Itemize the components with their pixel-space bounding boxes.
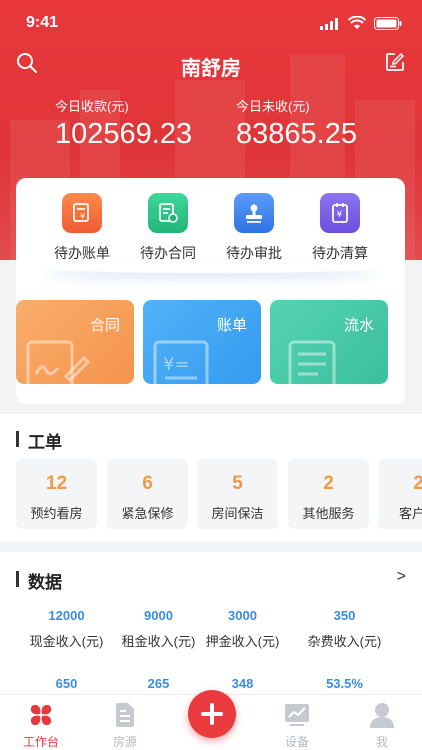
signal-icon <box>320 18 338 30</box>
plus-icon <box>201 703 223 725</box>
settlement-icon: ¥ <box>320 193 360 233</box>
stat-item: 3000 押金收入(元) <box>205 608 280 649</box>
todo-bill[interactable]: ¥ 待办账单 <box>42 193 122 263</box>
received-label: 今日收款(元) <box>55 99 129 114</box>
page-title: 南舒房 <box>181 58 241 80</box>
add-button[interactable] <box>188 690 236 738</box>
todo-bill-label: 待办账单 <box>54 245 110 261</box>
tab-devices-label: 设备 <box>284 735 309 749</box>
property-icon <box>116 703 134 727</box>
devices-icon <box>285 704 309 726</box>
stat-item: 350 杂费收入(元) <box>307 608 382 649</box>
tab-workbench-label: 工作台 <box>22 735 59 749</box>
todo-approval-label: 待办审批 <box>226 245 282 261</box>
contract-doc-icon <box>148 193 188 233</box>
workbench-icon <box>30 704 52 726</box>
workorder-item[interactable]: 12 预约看房 <box>16 459 97 529</box>
bill-tile-label: 账单 <box>216 317 247 334</box>
workorder-title: 工单 <box>16 428 62 453</box>
stat-item: 348 <box>231 676 254 691</box>
stat-item: 53.5% <box>326 676 363 691</box>
svg-text:¥=: ¥= <box>163 354 190 375</box>
contract-tile[interactable]: 合同 <box>16 300 134 384</box>
todo-settlement-label: 待办清算 <box>312 245 368 261</box>
tab-property[interactable]: 房源 <box>95 701 155 750</box>
stat-item: 12000 现金收入(元) <box>29 608 104 649</box>
contract-icon <box>26 340 91 384</box>
workorder-list[interactable]: 12 预约看房 6 紧急保修 5 房间保洁 2 其他服务 2 客户投 <box>16 459 422 529</box>
bill-tile[interactable]: 账单 ¥= <box>143 300 261 384</box>
svg-text:¥: ¥ <box>80 212 85 221</box>
todo-contract[interactable]: 待办合同 <box>128 193 208 263</box>
todo-settlement[interactable]: ¥ 待办清算 <box>300 193 380 263</box>
flow-tile-label: 流水 <box>343 317 374 334</box>
stamp-icon <box>234 193 274 233</box>
flow-tile[interactable]: 流水 <box>270 300 388 384</box>
user-icon <box>370 703 394 728</box>
tab-property-label: 房源 <box>112 735 137 749</box>
data-more-arrow[interactable]: > <box>397 568 406 586</box>
workorder-item[interactable]: 2 客户投 <box>378 459 422 529</box>
svg-text:¥: ¥ <box>337 210 343 220</box>
status-time: 9:41 <box>26 14 59 31</box>
ledger-icon <box>288 340 336 384</box>
stat-item: 650 <box>55 676 78 691</box>
tab-me[interactable]: 我 <box>352 701 412 750</box>
todo-contract-label: 待办合同 <box>140 245 196 261</box>
workorder-item[interactable]: 6 紧急保修 <box>107 459 188 529</box>
quick-actions-card: ¥ 待办账单 待办合同 待办审批 ¥ 待办清算 合同 账单 ¥= 流水 <box>16 178 405 404</box>
edit-icon[interactable] <box>385 52 405 72</box>
receipt-icon: ¥= <box>153 340 209 384</box>
status-bar: 9:41 <box>0 12 422 36</box>
workorder-item[interactable]: 5 房间保洁 <box>197 459 278 529</box>
workorder-item[interactable]: 2 其他服务 <box>288 459 369 529</box>
pending-value: 83865.25 <box>236 118 357 150</box>
received-value: 102569.23 <box>55 118 193 150</box>
bill-icon: ¥ <box>62 193 102 233</box>
contract-tile-label: 合同 <box>89 317 120 334</box>
tab-devices[interactable]: 设备 <box>267 701 327 750</box>
battery-icon <box>374 17 402 30</box>
data-title: 数据 <box>16 568 62 593</box>
tab-workbench[interactable]: 工作台 <box>11 701 71 750</box>
todo-approval[interactable]: 待办审批 <box>214 193 294 263</box>
tab-me-label: 我 <box>375 735 388 749</box>
pending-label: 今日未收(元) <box>236 99 310 114</box>
wifi-icon <box>348 16 366 29</box>
